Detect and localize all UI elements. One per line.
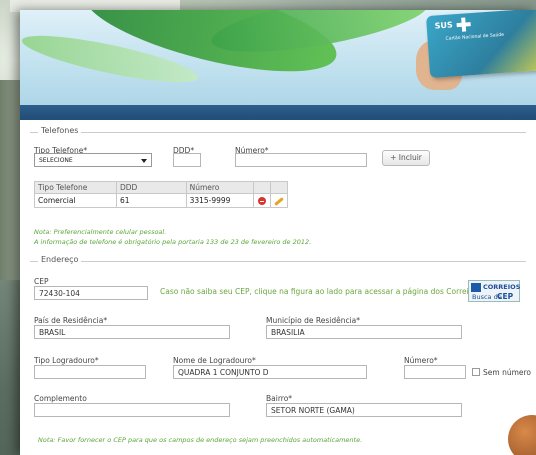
table-row: Comercial 61 3315-9999	[34, 193, 289, 208]
correios-brand: CORREIOS	[483, 283, 521, 291]
incluir-button[interactable]: + Incluir	[382, 150, 430, 166]
col-action-delete	[253, 181, 271, 194]
header-bar	[20, 105, 536, 120]
tipo-telefone-value: SELECIONE	[39, 157, 73, 164]
form-window: SUS Cartão Nacional de Saúde Telefones T…	[20, 10, 536, 455]
card-subtitle: Cartão Nacional de Saúde	[445, 32, 505, 42]
tipo-logradouro-label: Tipo Logradouro*	[34, 356, 99, 365]
endereco-legend: Endereço	[38, 255, 82, 264]
table-header-row: Tipo Telefone DDD Número	[34, 181, 289, 194]
header-banner: SUS Cartão Nacional de Saúde	[20, 10, 536, 120]
delete-cell	[253, 193, 271, 208]
section-divider	[30, 132, 526, 133]
correios-cep-text: CEP	[497, 292, 514, 301]
cell-tipo: Comercial	[34, 193, 117, 208]
chevron-down-icon	[141, 159, 147, 163]
cell-numero: 3315-9999	[185, 193, 255, 208]
col-ddd: DDD	[115, 181, 187, 194]
pencil-icon[interactable]	[273, 196, 284, 206]
sus-logo-text: SUS	[434, 20, 453, 31]
endereco-note: Nota: Favor fornecer o CEP para que os c…	[38, 436, 363, 444]
numero-endereco-input[interactable]	[404, 365, 466, 379]
plus-cross-icon	[456, 17, 471, 32]
bairro-input[interactable]: SETOR NORTE (GAMA)	[266, 403, 462, 417]
telefones-legend: Telefones	[38, 126, 82, 135]
correios-busca-cep-link[interactable]: CORREIOS Busca de CEP	[468, 280, 520, 302]
col-action-edit	[269, 181, 289, 194]
numero-endereco-label: Número*	[404, 356, 438, 365]
col-tipo-telefone: Tipo Telefone	[34, 181, 117, 194]
sem-numero-label: Sem número	[483, 368, 531, 377]
pais-input[interactable]: BRASIL	[34, 325, 230, 339]
complemento-label: Complemento	[34, 394, 87, 403]
nome-logradouro-label: Nome de Logradouro*	[173, 356, 256, 365]
edit-cell	[269, 193, 289, 208]
telefone-note-2: A informação de telefone é obrigatório p…	[34, 238, 312, 246]
complemento-input[interactable]	[34, 403, 230, 417]
municipio-input[interactable]: BRASILIA	[266, 325, 462, 339]
cep-label: CEP	[34, 277, 49, 286]
tipo-telefone-select[interactable]: SELECIONE	[34, 153, 152, 167]
telefone-note-1: Nota: Preferencialmente celular pessoal.	[34, 228, 167, 236]
cell-ddd: 61	[115, 193, 187, 208]
municipio-label: Município de Residência*	[266, 316, 361, 325]
pais-label: País de Residência*	[34, 316, 108, 325]
delete-icon[interactable]	[257, 197, 266, 205]
tipo-logradouro-input[interactable]	[34, 365, 146, 379]
cep-hint: Caso não saiba seu CEP, clique na figura…	[160, 287, 480, 296]
col-numero: Número	[185, 181, 255, 194]
sus-card-image: SUS Cartão Nacional de Saúde	[425, 10, 536, 79]
section-divider	[30, 261, 526, 262]
sem-numero-checkbox[interactable]	[472, 368, 480, 376]
nome-logradouro-input[interactable]: QUADRA 1 CONJUNTO D	[173, 365, 367, 379]
telefones-table: Tipo Telefone DDD Número Comercial 61 33…	[34, 181, 289, 208]
numero-telefone-input[interactable]	[235, 153, 367, 167]
cep-input[interactable]: 72430-104	[34, 286, 148, 300]
correios-logo-icon	[471, 283, 481, 292]
ddd-input[interactable]	[173, 153, 201, 167]
bairro-label: Bairro*	[266, 394, 293, 403]
